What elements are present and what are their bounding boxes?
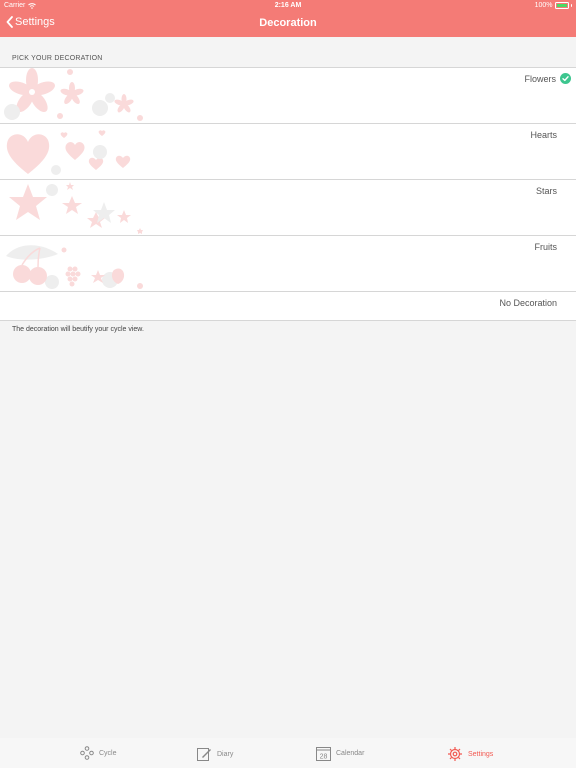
calendar-icon: 28: [316, 747, 331, 761]
hearts-decoration-icon: [6, 130, 131, 175]
option-stars[interactable]: Stars: [0, 180, 576, 236]
tab-diary-label: Diary: [217, 750, 234, 758]
battery-percent: 100%: [534, 2, 553, 9]
tab-cycle-label: Cycle: [99, 749, 117, 757]
option-hearts[interactable]: Hearts: [0, 124, 576, 180]
cycle-icon: [80, 746, 94, 760]
status-battery: 100%: [535, 2, 572, 9]
option-hearts-label: Hearts: [530, 130, 557, 140]
footer-note: The decoration will beutify your cycle v…: [12, 326, 144, 333]
tab-cycle[interactable]: Cycle: [80, 746, 117, 760]
option-no-decoration-label: No Decoration: [499, 298, 557, 308]
calendar-icon-day: 28: [320, 753, 328, 760]
option-fruits-label: Fruits: [534, 242, 558, 252]
option-stars-label: Stars: [535, 186, 557, 196]
battery-level: [556, 4, 567, 7]
option-flowers-label: Flowers: [524, 74, 556, 84]
tab-diary[interactable]: Diary: [196, 746, 233, 762]
battery-tip: [570, 4, 572, 7]
fruits-decoration-icon: [6, 245, 143, 289]
header: Carrier 2:16 AM 100% Settings Decoration: [0, 0, 576, 37]
battery-icon: [554, 2, 569, 9]
status-time: 2:16 AM: [274, 2, 302, 9]
tab-settings-label: Settings: [468, 750, 494, 758]
tab-calendar-label: Calendar: [336, 750, 365, 757]
option-flowers[interactable]: Flowers: [0, 68, 576, 124]
decoration-list: Flowers Hearts Stars Fruits No Decoratio…: [0, 67, 576, 321]
tab-bar: Cycle Diary 28 Calendar Settings: [0, 738, 576, 768]
section-header: PICK YOUR DECORATION: [12, 55, 103, 62]
nav-bar: Settings Decoration: [0, 12, 576, 37]
checkmark-icon: [560, 73, 571, 84]
status-bar: Carrier 2:16 AM 100%: [0, 0, 576, 12]
diary-icon: [197, 748, 211, 761]
page-title: Decoration: [259, 17, 317, 29]
option-fruits[interactable]: Fruits: [0, 236, 576, 292]
tab-calendar[interactable]: 28 Calendar: [316, 746, 364, 761]
stars-decoration-icon: [9, 182, 143, 234]
tab-settings[interactable]: Settings: [447, 746, 493, 762]
flowers-decoration-icon: [4, 68, 143, 121]
option-no-decoration[interactable]: No Decoration: [0, 292, 576, 322]
settings-gear-icon: [448, 747, 462, 761]
